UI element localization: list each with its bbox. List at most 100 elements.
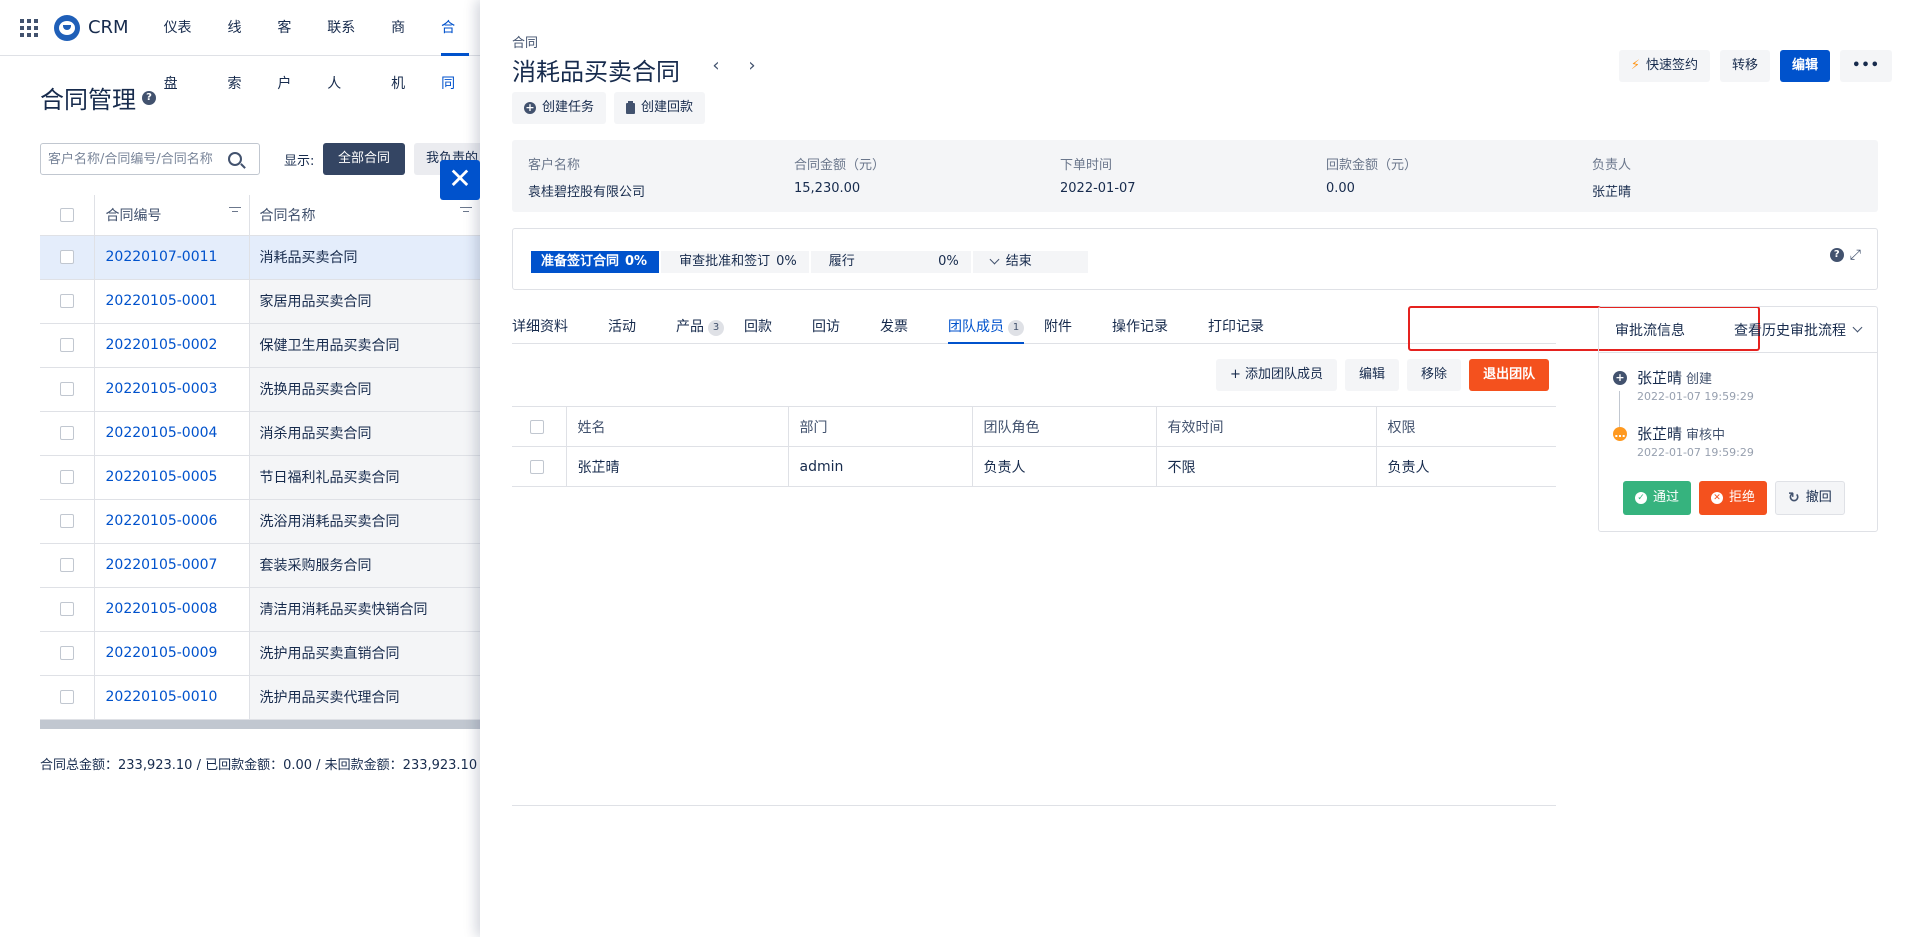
contract-no-link[interactable]: 20220105-0006 xyxy=(94,499,250,544)
create-payment-label: 创建回款 xyxy=(641,100,694,115)
contract-no-link[interactable]: 20220105-0005 xyxy=(94,455,250,500)
row-checkbox[interactable] xyxy=(60,250,74,264)
nav-links: 仪表盘 线索 客户 联系人 商机 合同 xyxy=(153,0,480,92)
filter-icon[interactable] xyxy=(460,205,472,215)
nav-dashboard[interactable]: 仪表盘 xyxy=(153,0,217,92)
contract-name: 洗浴用消耗品买卖合同 xyxy=(249,499,480,544)
table-row[interactable]: 20220105-0006 洗浴用消耗品买卖合同 xyxy=(40,499,480,544)
stage-prepare[interactable]: 准备签订合同 0% xyxy=(531,251,660,273)
transfer-button[interactable]: 转移 xyxy=(1720,50,1771,82)
table-row[interactable]: 20220105-0002 保健卫生用品买卖合同 xyxy=(40,323,480,368)
table-row[interactable]: 20220105-0003 洗换用品买卖合同 xyxy=(40,367,480,412)
tab-operation-log[interactable]: 操作记录 xyxy=(1112,316,1168,344)
apps-grid-icon[interactable] xyxy=(20,18,38,37)
stage-fulfill[interactable]: 履行 0% xyxy=(810,251,971,273)
approve-label: 通过 xyxy=(1653,490,1680,505)
table-row[interactable]: 20220105-0007 套装采购服务合同 xyxy=(40,543,480,588)
tab-details[interactable]: 详细资料 xyxy=(512,316,568,344)
approve-button[interactable]: ✓ 通过 xyxy=(1623,481,1692,515)
row-checkbox[interactable] xyxy=(530,459,544,474)
add-team-member-button[interactable]: + 添加团队成员 xyxy=(1216,359,1338,391)
more-icon[interactable]: ••• xyxy=(1840,50,1892,82)
prev-record-icon[interactable]: ‹ xyxy=(706,56,726,76)
contract-no-link[interactable]: 20220105-0010 xyxy=(94,675,250,720)
contract-no-link[interactable]: 20220105-0007 xyxy=(94,543,250,588)
breadcrumb[interactable]: 合同 xyxy=(512,32,538,51)
stage-end[interactable]: 结束 xyxy=(972,251,1088,273)
expand-icon[interactable]: ⤢ xyxy=(1850,247,1861,263)
edit-team-button[interactable]: 编辑 xyxy=(1345,359,1400,391)
filter-all-button[interactable]: 全部合同 xyxy=(323,143,405,175)
contract-no-link[interactable]: 20220107-0011 xyxy=(94,235,250,280)
row-checkbox-cell xyxy=(40,411,95,456)
table-row[interactable]: 20220105-0010 洗护用品买卖代理合同 xyxy=(40,675,480,720)
contract-no-link[interactable]: 20220105-0009 xyxy=(94,631,250,676)
history-approval-link[interactable]: 查看历史审批流程 xyxy=(1734,320,1863,340)
search-icon[interactable] xyxy=(228,152,242,166)
search-input[interactable] xyxy=(48,151,226,167)
summary-label: 客户名称 xyxy=(528,158,581,173)
select-all-checkbox[interactable] xyxy=(530,419,544,434)
table-row[interactable]: 20220105-0001 家居用品买卖合同 xyxy=(40,279,480,324)
edit-button[interactable]: 编辑 xyxy=(1780,50,1831,82)
horizontal-scrollbar[interactable] xyxy=(40,720,480,729)
count-badge: 3 xyxy=(708,320,724,336)
contract-no-link[interactable]: 20220105-0004 xyxy=(94,411,250,456)
row-checkbox[interactable] xyxy=(60,294,74,308)
close-drawer-button[interactable]: ✕ xyxy=(440,160,480,200)
row-checkbox[interactable] xyxy=(60,470,74,484)
row-checkbox[interactable] xyxy=(60,514,74,528)
contract-no-link[interactable]: 20220105-0002 xyxy=(94,323,250,368)
remove-team-button[interactable]: 移除 xyxy=(1407,359,1462,391)
row-checkbox[interactable] xyxy=(60,426,74,440)
contract-name: 洗护用品买卖直销合同 xyxy=(249,631,480,676)
nav-opportunities[interactable]: 商机 xyxy=(380,0,430,92)
next-record-icon[interactable]: › xyxy=(742,56,762,76)
tab-attachments[interactable]: 附件 xyxy=(1044,316,1072,344)
help-icon[interactable]: ? xyxy=(1829,248,1844,262)
tab-products[interactable]: 产品 3 xyxy=(676,316,724,344)
tab-payments[interactable]: 回款 xyxy=(744,316,772,344)
nav-contracts[interactable]: 合同 xyxy=(430,0,480,92)
history-approval-label: 查看历史审批流程 xyxy=(1734,322,1846,339)
tab-invoices[interactable]: 发票 xyxy=(880,316,908,344)
create-payment-button[interactable]: 创建回款 xyxy=(614,92,706,124)
tab-team-members[interactable]: 团队成员 1 xyxy=(948,316,1024,344)
help-icon[interactable]: ? xyxy=(142,90,156,105)
nav-customers[interactable]: 客户 xyxy=(266,0,316,92)
filter-icon[interactable] xyxy=(228,205,241,215)
stage-review[interactable]: 审查批准和签订 0% xyxy=(661,251,809,273)
tab-revisit[interactable]: 回访 xyxy=(812,316,840,344)
contract-no-link[interactable]: 20220105-0001 xyxy=(94,279,250,324)
reject-button[interactable]: ✕ 拒绝 xyxy=(1699,481,1768,515)
row-checkbox[interactable] xyxy=(60,382,74,396)
contract-no-link[interactable]: 20220105-0003 xyxy=(94,367,250,412)
row-checkbox[interactable] xyxy=(60,338,74,352)
table-row[interactable]: 20220105-0009 洗护用品买卖直销合同 xyxy=(40,631,480,676)
tab-label: 打印记录 xyxy=(1208,319,1264,335)
row-checkbox[interactable] xyxy=(60,558,74,572)
select-all-checkbox[interactable] xyxy=(60,207,74,222)
table-row[interactable]: 张芷晴 admin 负责人 不限 负责人 xyxy=(512,446,1556,487)
row-checkbox[interactable] xyxy=(60,602,74,616)
tab-activity[interactable]: 活动 xyxy=(608,316,636,344)
nav-contacts[interactable]: 联系人 xyxy=(316,0,380,92)
contract-no-link[interactable]: 20220105-0008 xyxy=(94,587,250,632)
summary-value: 张芷晴 xyxy=(1592,185,1632,200)
nav-leads[interactable]: 线索 xyxy=(216,0,266,92)
clipboard-icon xyxy=(626,100,636,114)
revoke-button[interactable]: ↻ 撤回 xyxy=(1775,481,1845,515)
quick-sign-button[interactable]: ⚡ 快速签约 xyxy=(1618,50,1711,82)
show-label: 显示: xyxy=(284,154,315,169)
table-row[interactable]: 20220107-0011 消耗品买卖合同 xyxy=(40,235,480,280)
table-row[interactable]: 20220105-0004 消杀用品买卖合同 xyxy=(40,411,480,456)
tab-print-log[interactable]: 打印记录 xyxy=(1208,316,1264,344)
create-task-button[interactable]: + 创建任务 xyxy=(512,92,607,124)
table-row[interactable]: 20220105-0008 清洁用消耗品买卖快销合同 xyxy=(40,587,480,632)
row-checkbox[interactable] xyxy=(60,646,74,660)
chevron-down-icon xyxy=(989,254,1000,265)
exit-team-button[interactable]: 退出团队 xyxy=(1469,359,1550,391)
table-row[interactable]: 20220105-0005 节日福利礼品买卖合同 xyxy=(40,455,480,500)
approval-title: 审批流信息 xyxy=(1615,322,1685,339)
row-checkbox[interactable] xyxy=(60,690,74,704)
